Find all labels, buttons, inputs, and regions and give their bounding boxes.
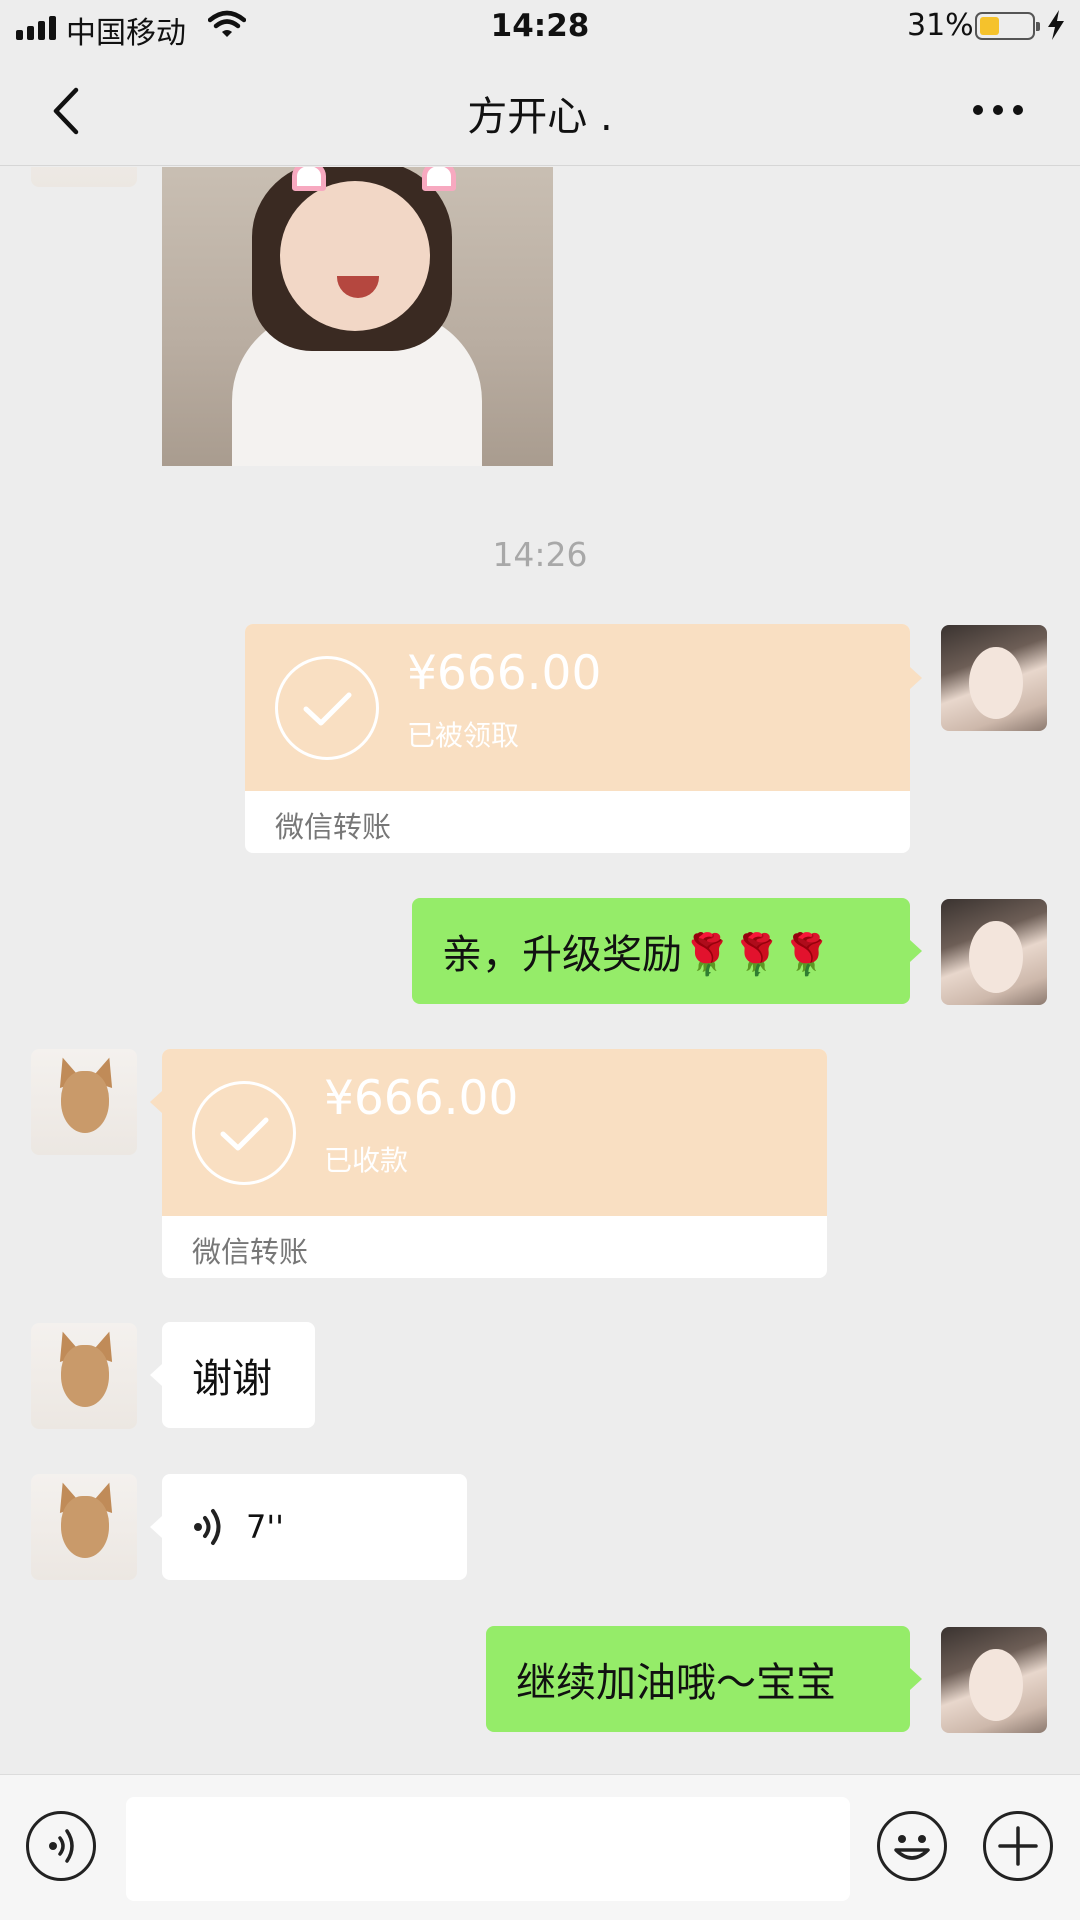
input-bar — [0, 1774, 1080, 1920]
transfer-status: 已被领取 — [407, 719, 520, 752]
battery-icon — [975, 12, 1040, 40]
status-bar: 中国移动 14:28 31% — [0, 0, 1080, 54]
transfer-card-sent[interactable]: ¥666.00 已被领取 微信转账 — [245, 624, 910, 853]
contact-avatar[interactable] — [31, 1323, 137, 1429]
voice-message-bubble[interactable]: 7'' — [162, 1474, 467, 1580]
self-text-bubble[interactable]: 亲，升级奖励🌹🌹🌹 — [412, 898, 910, 1004]
time-divider: 14:26 — [492, 535, 588, 574]
transfer-card-received[interactable]: ¥666.00 已收款 微信转账 — [162, 1049, 827, 1278]
voice-wave-icon — [194, 1509, 221, 1545]
contact-avatar[interactable] — [31, 1049, 137, 1155]
contact-avatar[interactable] — [31, 1474, 137, 1580]
transfer-amount: ¥666.00 — [407, 646, 602, 701]
contact-avatar[interactable] — [31, 167, 137, 187]
self-text-bubble[interactable]: 继续加油哦～宝宝 — [486, 1626, 910, 1732]
check-circle-icon — [192, 1081, 296, 1185]
emoji-icon[interactable] — [877, 1811, 947, 1881]
voice-mode-icon[interactable] — [26, 1811, 96, 1881]
charging-bolt-icon — [1048, 10, 1064, 40]
contact-text-bubble[interactable]: 谢谢 — [162, 1322, 315, 1428]
plus-icon[interactable] — [983, 1811, 1053, 1881]
voice-duration: 7'' — [246, 1508, 284, 1546]
self-avatar[interactable] — [941, 899, 1047, 1005]
image-message[interactable] — [162, 167, 553, 466]
self-avatar[interactable] — [941, 625, 1047, 731]
transfer-label: 微信转账 — [275, 810, 392, 844]
nav-bar: 方开心 . — [0, 54, 1080, 166]
ellipsis-icon[interactable] — [970, 102, 1026, 118]
message-text: 亲，升级奖励🌹🌹🌹 — [442, 932, 832, 978]
message-text: 继续加油哦～宝宝 — [516, 1660, 836, 1706]
message-text: 谢谢 — [192, 1356, 272, 1402]
chat-title: 方开心 . — [467, 94, 613, 140]
self-avatar[interactable] — [941, 1627, 1047, 1733]
chat-area[interactable]: 14:26 ¥666.00 已被领取 微信转账 亲，升级奖励🌹🌹🌹 ¥666.0… — [0, 167, 1080, 1774]
message-input[interactable] — [126, 1797, 850, 1901]
battery-percent: 31% — [907, 8, 974, 43]
transfer-amount: ¥666.00 — [324, 1071, 519, 1126]
transfer-label: 微信转账 — [192, 1235, 309, 1269]
transfer-status: 已收款 — [324, 1144, 409, 1177]
check-circle-icon — [275, 656, 379, 760]
battery-fill — [980, 17, 999, 35]
